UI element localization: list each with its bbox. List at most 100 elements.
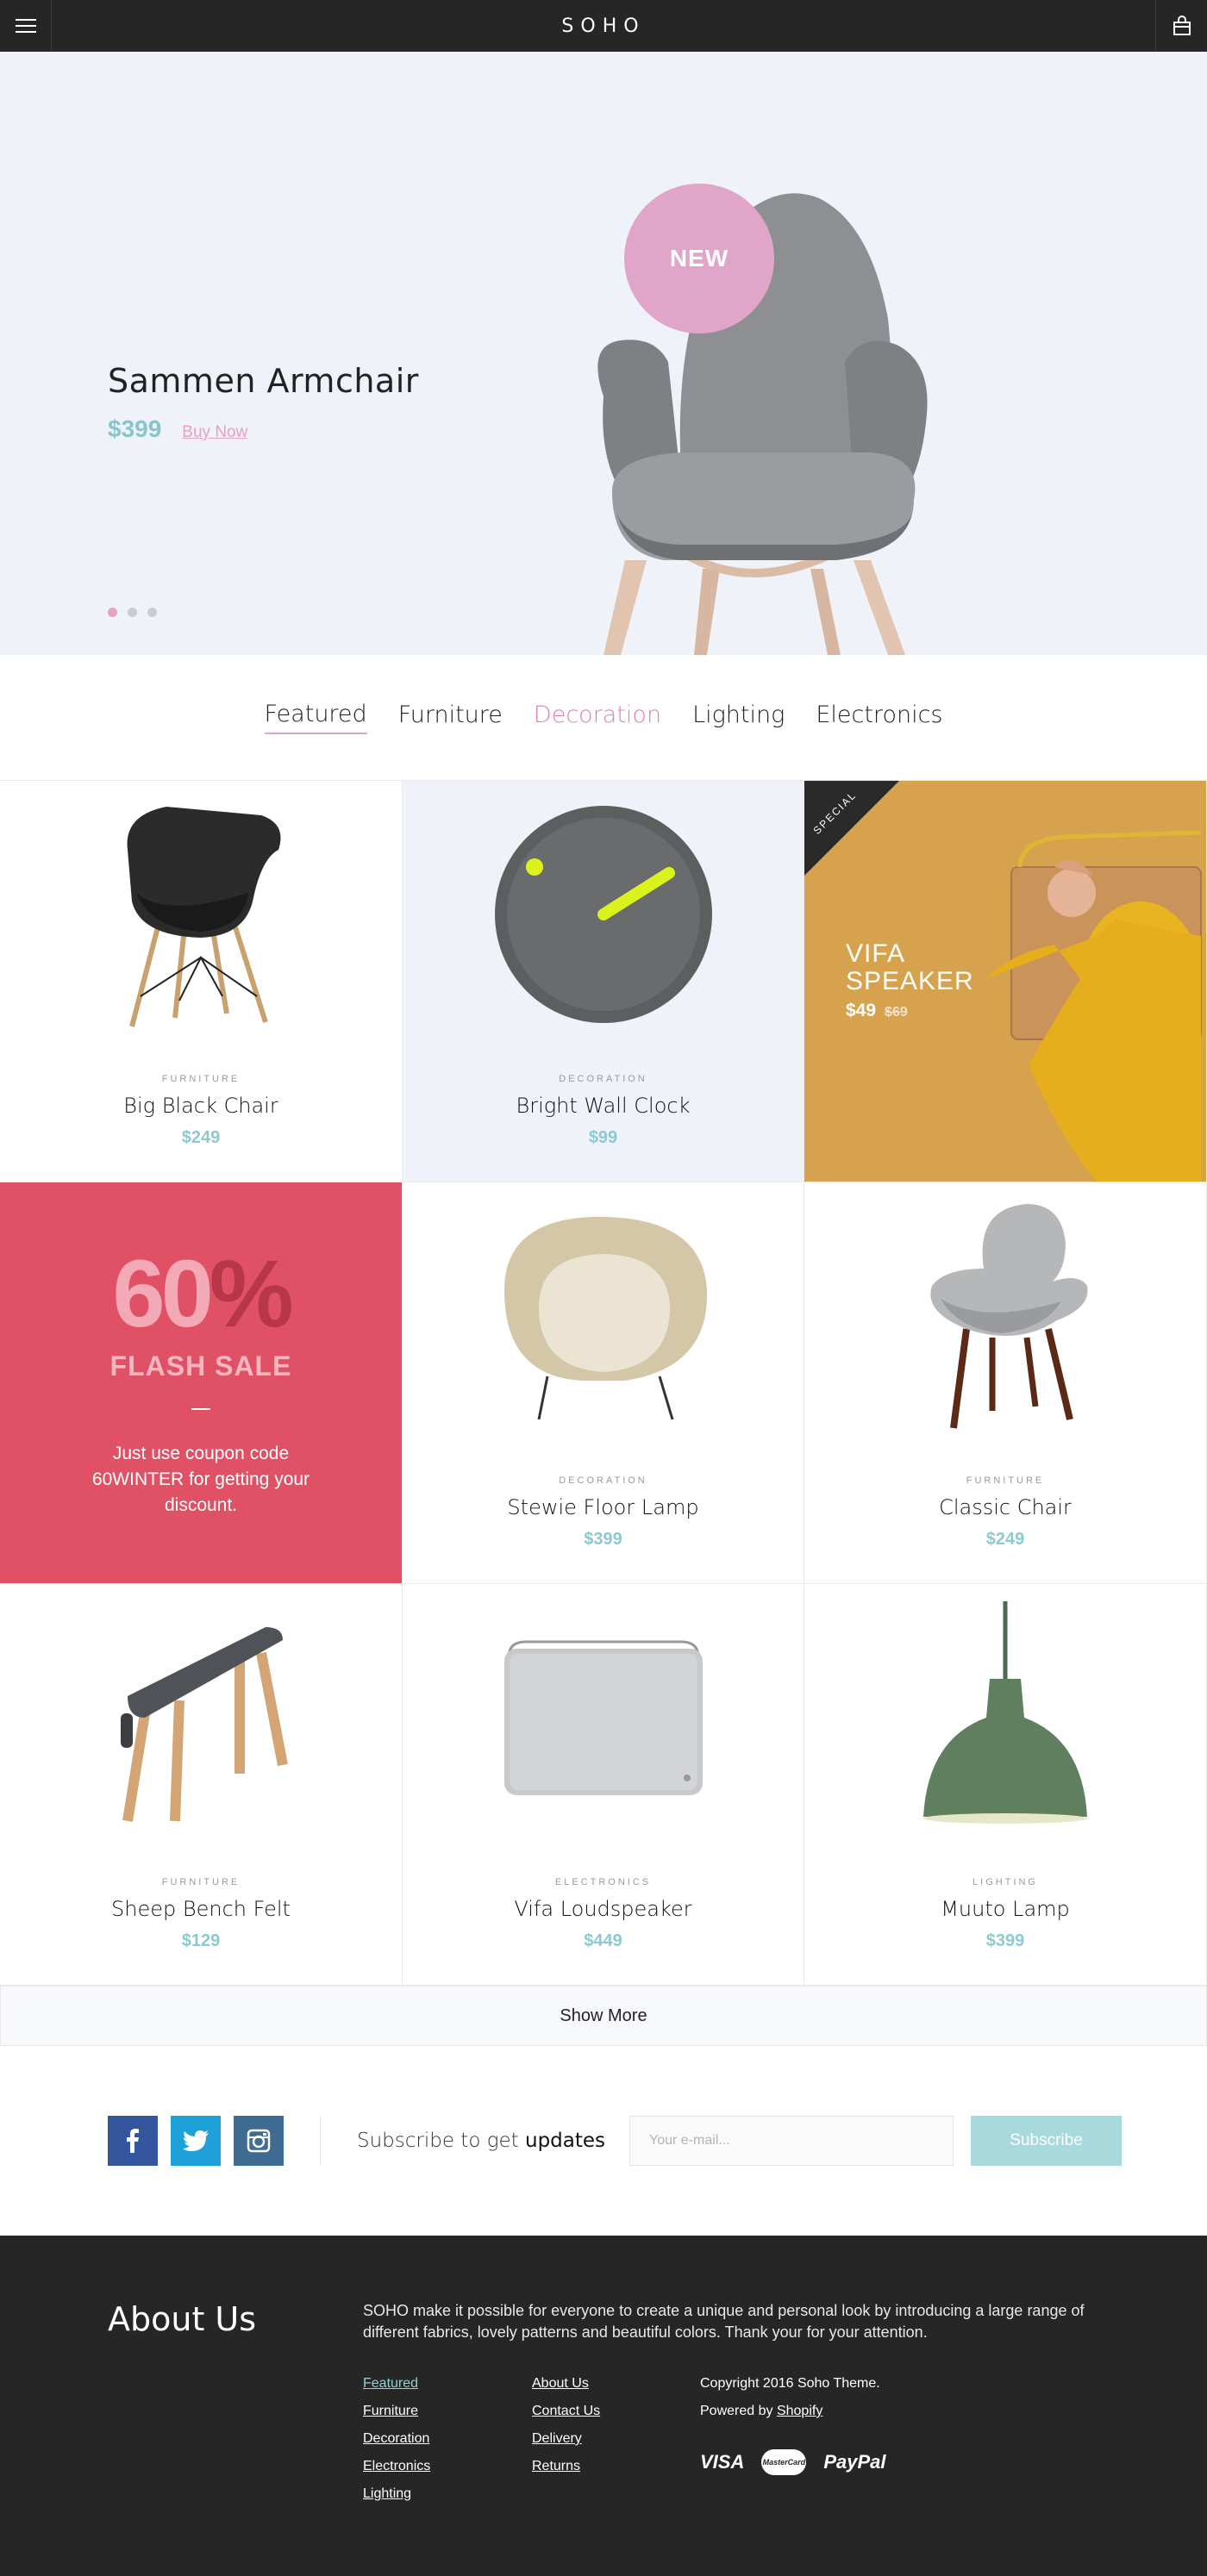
shopping-bag-icon[interactable] — [1155, 0, 1207, 52]
hero-price-row: $399 Buy Now — [108, 415, 419, 443]
black-chair-icon — [0, 807, 402, 1027]
product-price: $129 — [181, 1931, 221, 1950]
flash-sale-title: FLASH SALE — [109, 1350, 292, 1382]
footer-link-contact-us[interactable]: Contact Us — [532, 2401, 600, 2422]
footer-link-electronics[interactable]: Electronics — [363, 2456, 430, 2477]
tab-electronics[interactable]: Electronics — [816, 702, 942, 733]
product-card[interactable]: DECORATION Stewie Floor Lamp $399 — [403, 1182, 804, 1584]
promo-title: VIFA SPEAKER — [846, 940, 974, 995]
footer-category-links: Featured Furniture Decoration Electronic… — [363, 2373, 430, 2504]
tab-furniture[interactable]: Furniture — [398, 702, 503, 733]
product-card[interactable]: ELECTRONICS Vifa Loudspeaker $449 — [403, 1584, 804, 1986]
promo-price-row: $49 $69 — [846, 1001, 908, 1021]
product-category: ELECTRONICS — [554, 1877, 652, 1887]
promo-old-price: $69 — [885, 1005, 908, 1020]
slider-dots — [108, 608, 157, 617]
product-name[interactable]: Vifa Loudspeaker — [403, 1897, 804, 1921]
bench-icon — [0, 1610, 402, 1825]
tab-decoration[interactable]: Decoration — [534, 702, 661, 733]
subscribe-label-strong: updates — [525, 2130, 606, 2152]
footer-legal: Copyright 2016 Soho Theme. Powered by Sh… — [700, 2373, 880, 2422]
copyright-text: Copyright 2016 Soho Theme. — [700, 2376, 880, 2391]
footer-link-featured[interactable]: Featured — [363, 2373, 430, 2394]
flash-sale-card[interactable]: 60% FLASH SALE Just use coupon code 60WI… — [0, 1182, 403, 1584]
new-badge: NEW — [624, 184, 774, 334]
promo-price: $49 — [846, 1001, 877, 1020]
flash-sale-copy: Just use coupon code 60WINTER for gettin… — [91, 1444, 310, 1515]
subscribe-button[interactable]: Subscribe — [971, 2116, 1123, 2166]
speaker-promo-card[interactable]: SPECIAL VIFA SPEAKER $49 $69 — [804, 781, 1207, 1182]
hero-text: Sammen Armchair $399 Buy Now — [108, 362, 419, 443]
product-price: $399 — [985, 1931, 1025, 1950]
product-name[interactable]: Muuto Lamp — [804, 1897, 1206, 1921]
wall-clock-icon — [403, 806, 804, 1023]
about-title: About Us — [108, 2300, 257, 2338]
slider-dot-1[interactable] — [108, 608, 117, 617]
footer-link-furniture[interactable]: Furniture — [363, 2401, 430, 2422]
footer-link-about-us[interactable]: About Us — [532, 2373, 600, 2394]
product-category: DECORATION — [559, 1074, 647, 1084]
hamburger-menu-icon[interactable] — [0, 0, 52, 52]
category-tabs: Featured Furniture Decoration Lighting E… — [0, 655, 1207, 780]
footer-link-delivery[interactable]: Delivery — [532, 2429, 600, 2449]
slider-dot-3[interactable] — [147, 608, 157, 617]
powered-by-prefix: Powered by — [700, 2404, 773, 2418]
product-name[interactable]: Classic Chair — [804, 1495, 1206, 1519]
product-price: $99 — [588, 1128, 618, 1147]
footer: About Us SOHO make it possible for every… — [0, 2236, 1207, 2576]
logo[interactable]: SOHO — [561, 16, 645, 37]
divider — [191, 1408, 210, 1410]
footer-link-lighting[interactable]: Lighting — [363, 2484, 430, 2504]
product-category: FURNITURE — [966, 1475, 1045, 1486]
shopify-link[interactable]: Shopify — [777, 2404, 822, 2418]
hero-slider: Sammen Armchair $399 Buy Now NEW — [0, 52, 1207, 655]
product-card[interactable]: FURNITURE Big Black Chair $249 — [0, 781, 403, 1182]
product-card[interactable]: DECORATION Bright Wall Clock $99 — [403, 781, 804, 1182]
product-card[interactable]: LIGHTING Muuto Lamp $399 — [804, 1584, 1207, 1986]
slider-dot-2[interactable] — [128, 608, 137, 617]
flash-sale-percent-sign: % — [209, 1241, 294, 1347]
product-name[interactable]: Bright Wall Clock — [403, 1094, 804, 1118]
product-price: $249 — [985, 1530, 1025, 1549]
product-price: $249 — [181, 1128, 221, 1147]
product-name[interactable]: Sheep Bench Felt — [0, 1897, 402, 1921]
product-name[interactable]: Big Black Chair — [0, 1094, 402, 1118]
promo-title-line1: VIFA — [846, 939, 906, 968]
divider — [320, 2116, 321, 2166]
flash-sale-number: 60 — [112, 1241, 213, 1347]
product-price: $399 — [584, 1530, 622, 1549]
show-more-button[interactable]: Show More — [0, 1986, 1207, 2046]
social-links — [108, 2116, 284, 2166]
product-card[interactable]: FURNITURE Sheep Bench Felt $129 — [0, 1584, 403, 1986]
product-price: $449 — [584, 1931, 622, 1950]
twitter-icon[interactable] — [171, 2116, 221, 2166]
buy-now-link[interactable]: Buy Now — [182, 423, 247, 442]
paypal-icon: PayPal — [823, 2451, 886, 2473]
floor-lamp-icon — [403, 1208, 804, 1424]
tab-featured[interactable]: Featured — [264, 701, 367, 734]
top-bar: SOHO — [0, 0, 1207, 52]
classic-chair-icon — [804, 1204, 1206, 1429]
product-grid: FURNITURE Big Black Chair $249 DECORATIO… — [0, 780, 1207, 1986]
product-name[interactable]: Stewie Floor Lamp — [403, 1495, 804, 1519]
promo-title-line2: SPEAKER — [846, 967, 974, 995]
hero-title: Sammen Armchair — [108, 362, 419, 400]
visa-icon: VISA — [700, 2451, 745, 2473]
subscribe-label-prefix: Subscribe to get — [357, 2130, 519, 2152]
product-category: DECORATION — [559, 1475, 647, 1486]
instagram-icon[interactable] — [234, 2116, 284, 2166]
hero-price: $399 — [108, 415, 162, 442]
pendant-lamp-icon — [804, 1601, 1206, 1825]
facebook-icon[interactable] — [108, 2116, 158, 2166]
footer-link-returns[interactable]: Returns — [532, 2456, 600, 2477]
loudspeaker-icon — [403, 1610, 804, 1825]
product-card[interactable]: FURNITURE Classic Chair $249 — [804, 1182, 1207, 1584]
payment-methods: VISA MasterCard PayPal — [700, 2449, 886, 2475]
product-category: LIGHTING — [972, 1877, 1038, 1887]
footer-link-decoration[interactable]: Decoration — [363, 2429, 430, 2449]
subscribe-label: Subscribe to get updates — [357, 2130, 605, 2152]
email-field[interactable] — [629, 2116, 954, 2166]
footer-info-links: About Us Contact Us Delivery Returns — [532, 2373, 600, 2477]
subscribe-bar: Subscribe to get updates Subscribe — [0, 2046, 1207, 2236]
tab-lighting[interactable]: Lighting — [692, 702, 785, 733]
